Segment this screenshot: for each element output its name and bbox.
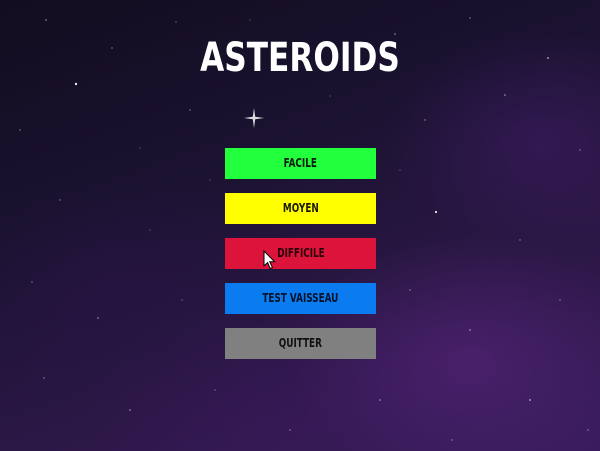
hard-button[interactable]: DIFFICILE bbox=[225, 238, 376, 269]
medium-button-label: MOYEN bbox=[282, 201, 319, 215]
game-title: ASTEROIDS bbox=[200, 35, 400, 81]
star-sparkle-icon bbox=[244, 108, 264, 128]
mouse-pointer-icon bbox=[263, 250, 276, 270]
quit-button[interactable]: QUITTER bbox=[225, 328, 376, 359]
easy-button-label: FACILE bbox=[283, 156, 318, 170]
test-ship-button[interactable]: TEST VAISSEAU bbox=[225, 283, 376, 314]
hard-button-label: DIFFICILE bbox=[276, 246, 325, 260]
medium-button[interactable]: MOYEN bbox=[225, 193, 376, 224]
quit-button-label: QUITTER bbox=[278, 336, 323, 350]
main-menu: FACILE MOYEN DIFFICILE TEST VAISSEAU QUI… bbox=[225, 148, 376, 373]
game-screen: ASTEROIDS FACILE MOYEN DIFFICILE TEST VA… bbox=[0, 0, 600, 451]
test-ship-button-label: TEST VAISSEAU bbox=[262, 291, 339, 305]
easy-button[interactable]: FACILE bbox=[225, 148, 376, 179]
